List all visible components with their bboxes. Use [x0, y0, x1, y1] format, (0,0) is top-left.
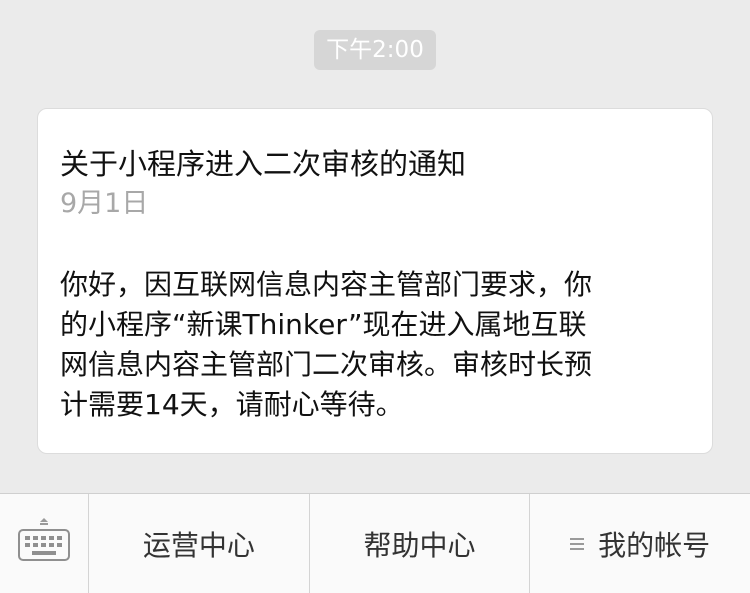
notification-body-line: 的小程序“新课Thinker”现在进入属地互联 [60, 308, 587, 341]
notification-body-line: 你好，因互联网信息内容主管部门要求，你 [60, 268, 593, 301]
message-timestamp: 下午2:00 [314, 30, 436, 70]
menu-item-label: 运营中心 [142, 528, 255, 562]
keyboard-toggle-button[interactable] [0, 494, 89, 593]
notification-body-line: 网信息内容主管部门二次审核。审核时长预 [60, 348, 593, 381]
bottom-menu-bar: 运营中心 帮助中心 我的帐号 [0, 493, 750, 593]
menu-item-my-account[interactable]: 我的帐号 [530, 494, 750, 593]
menu-item-label: 帮助中心 [363, 528, 476, 562]
keyboard-icon [18, 518, 70, 561]
notification-body: 你好，因互联网信息内容主管部门要求，你 的小程序“新课Thinker”现在进入属… [60, 265, 692, 425]
notification-body-line: 计需要14天，请耐心等待。 [60, 388, 404, 421]
notification-card[interactable]: 关于小程序进入二次审核的通知 9月1日 你好，因互联网信息内容主管部门要求，你 … [37, 108, 713, 454]
menu-item-label: 我的帐号 [598, 528, 711, 562]
notification-title: 关于小程序进入二次审核的通知 [60, 147, 467, 181]
menu-item-help-center[interactable]: 帮助中心 [310, 494, 531, 593]
menu-item-operations-center[interactable]: 运营中心 [89, 494, 310, 593]
submenu-lines-icon [570, 537, 585, 550]
notification-date: 9月1日 [60, 188, 149, 219]
